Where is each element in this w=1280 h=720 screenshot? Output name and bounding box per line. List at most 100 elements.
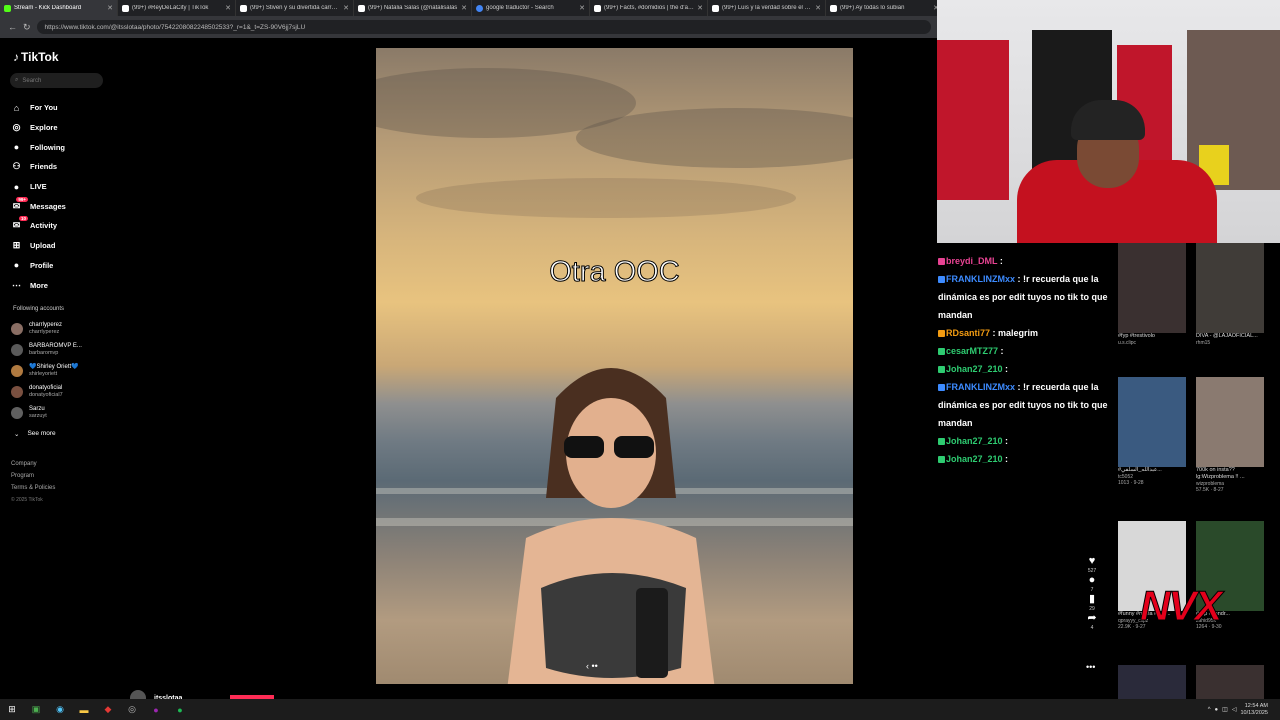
browser-tab[interactable]: (99+) Luis y la verdad sobre el car ✕ [708, 0, 826, 16]
bookmark-button[interactable]: ▮ 29 [1084, 594, 1100, 613]
app-icon[interactable]: ◆ [99, 703, 117, 717]
sidebar-item-following[interactable]: ● Following [11, 137, 66, 157]
browser-tab[interactable]: Stream - Kick Dashboard ✕ [0, 0, 118, 16]
terminal-icon[interactable]: ▣ [27, 703, 45, 717]
sidebar-footer: Company Program Terms & Policies © 2025 … [11, 458, 55, 506]
windows-taskbar: ⊞ ▣ ◉ ▬ ◆ ◎ ● ● ^ ● ◫ ◁ 12:54 AM 10/13/2… [0, 699, 1280, 720]
sidebar-item-friends[interactable]: ⚇ Friends [11, 157, 66, 177]
close-icon[interactable]: ✕ [107, 4, 113, 12]
browser-tab[interactable]: (99+) Stiven y su divertida carrera ✕ [236, 0, 354, 16]
profile-icon: ● [13, 260, 20, 271]
back-icon[interactable]: ← [8, 22, 17, 32]
recommended-video[interactable]: #fyp #trestivolo u.s.clipc [1118, 243, 1186, 346]
heart-button[interactable]: ♥ 527 [1084, 556, 1100, 575]
close-icon[interactable]: ✕ [461, 4, 467, 12]
chrome-icon[interactable]: ◉ [51, 703, 69, 717]
account-handle: sarzuyt [29, 412, 47, 419]
comment-button[interactable]: ● 7 [1084, 575, 1100, 594]
tiktok-logo[interactable]: ♪ TikTok [13, 50, 59, 64]
sidebar-item-messages[interactable]: ✉ 99+ Messages [11, 196, 66, 216]
sidebar-item-label: Friends [30, 162, 58, 172]
url-field[interactable]: https://www.tiktok.com/@itsslotaa/photo/… [36, 20, 931, 34]
browser-tab[interactable]: google traductor - Search ✕ [472, 0, 590, 16]
following-account[interactable]: BARBAROMVP E... barbaromvp [11, 339, 82, 360]
recommended-video[interactable]: 700k on insta?? lg:Wizproblema !! ... wiz… [1196, 377, 1264, 493]
windows-start-icon[interactable]: ⊞ [3, 703, 21, 717]
recommended-video[interactable] [1118, 665, 1186, 699]
see-more-button[interactable]: ⌄ See more [14, 430, 56, 438]
account-name: donatyoficial [29, 384, 63, 391]
red-curtain [937, 40, 1009, 200]
sidebar-item-live[interactable]: ● LIVE [11, 177, 66, 197]
close-icon[interactable]: ✕ [225, 4, 231, 12]
footer-terms[interactable]: Terms & Policies [11, 482, 55, 494]
chat-username[interactable]: breydi_DML [946, 256, 997, 266]
video-stats: 57.5K · 8-27 [1196, 487, 1224, 493]
account-name: charrlyperez [29, 321, 63, 328]
webcam-feed [937, 0, 1280, 243]
following-account[interactable]: donatyoficial donatyoficial7 [11, 381, 82, 402]
file-explorer-icon[interactable]: ▬ [75, 703, 93, 717]
close-icon[interactable]: ✕ [579, 4, 585, 12]
sidebar-item-label: Messages [30, 201, 66, 211]
post-photo[interactable]: Otra OOC ‹ •• [376, 48, 853, 684]
tab-title: (99+) #ReyDeLaCity | TikTok [132, 5, 209, 11]
following-account[interactable]: charrlyperez charrlyperez [11, 318, 82, 339]
chat-username[interactable]: FRANKLINZMxx [946, 382, 1015, 392]
reload-icon[interactable]: ↻ [23, 22, 31, 33]
copyright: © 2025 TikTok [11, 497, 43, 503]
following-account[interactable]: Sarzu sarzuyt [11, 402, 82, 423]
chat-message: FRANKLINZMxx : !r recuerda que la dinámi… [938, 274, 1108, 320]
video-thumbnail [1118, 243, 1186, 333]
sky-cloud [416, 178, 796, 218]
obs-icon[interactable]: ● [147, 703, 165, 717]
browser-tab[interactable]: (99+) Facts, #domidios | the d'arm ✕ [590, 0, 708, 16]
sidebar-item-for-you[interactable]: ⌂ For You [11, 98, 66, 118]
browser-tab[interactable]: (99+) #ReyDeLaCity | TikTok ✕ [118, 0, 236, 16]
chevron-up-icon[interactable]: ^ [1208, 707, 1211, 713]
chat-username[interactable]: FRANKLINZMxx [946, 274, 1015, 284]
chat-username[interactable]: cesarMTZ77 [946, 346, 998, 356]
chat-username[interactable]: RDsanti77 [946, 328, 990, 338]
close-icon[interactable]: ✕ [697, 4, 703, 12]
volume-icon[interactable]: ◁ [1232, 706, 1237, 713]
footer-company[interactable]: Company [11, 458, 55, 470]
sidebar-item-profile[interactable]: ● Profile [11, 256, 66, 276]
footer-program[interactable]: Program [11, 470, 55, 482]
share-button[interactable]: ➦ 4 [1084, 613, 1100, 632]
clock[interactable]: 12:54 AM 10/13/2025 [1240, 703, 1268, 717]
chat-username[interactable]: Johan27_210 [946, 364, 1003, 374]
recommended-video[interactable]: #عبدالله_السلفي... tc5052 1013 · 9-28 [1118, 377, 1186, 486]
browser-tab[interactable]: (99+) Ay todas lo subian✕ [826, 0, 937, 16]
spotify-icon[interactable]: ● [171, 703, 189, 717]
clock-time: 12:54 AM [1244, 702, 1268, 709]
close-icon[interactable]: ✕ [343, 4, 349, 12]
account-name: Sarzu [29, 405, 45, 412]
sidebar-item-activity[interactable]: ✉ 10 Activity [11, 216, 66, 236]
account-handle: charrlyperez [29, 328, 60, 335]
video-thumbnail [1118, 665, 1186, 699]
sidebar-item-explore[interactable]: ◎ Explore [11, 118, 66, 138]
recommended-video[interactable]: DIVA - @LAJAOFICIAL... rhm15 [1196, 243, 1264, 346]
chat-message: Johan27_210 : [938, 450, 1118, 468]
sidebar-item-upload[interactable]: ⊞ Upload [11, 236, 66, 256]
avatar [11, 406, 23, 419]
following-accounts-title: Following accounts [13, 306, 65, 312]
tab-favicon-icon [594, 4, 601, 12]
sidebar-item-more[interactable]: ⋯ More [11, 275, 66, 295]
mic-icon[interactable]: ● [1215, 707, 1219, 713]
system-tray: ^ ● ◫ ◁ 12:54 AM 10/13/2025 [1208, 703, 1280, 717]
search-input[interactable]: ⌕ Search [10, 73, 103, 88]
recommended-video[interactable] [1196, 665, 1264, 699]
close-icon[interactable]: ✕ [815, 4, 821, 12]
more-options-icon[interactable]: ••• [1086, 662, 1095, 673]
network-icon[interactable]: ◫ [1222, 706, 1228, 713]
carousel-indicator[interactable]: ‹ •• [586, 661, 598, 671]
chat-username[interactable]: Johan27_210 [946, 454, 1003, 464]
browser-tab[interactable]: (99+) Natalia Salas (@natalisalas ✕ [354, 0, 472, 16]
tab-title: (99+) Natalia Salas (@natalisalas [368, 5, 458, 11]
app-icon[interactable]: ◎ [123, 703, 141, 717]
following-account[interactable]: 💙Shirley Oriett💙 shirleyoriett [11, 360, 82, 381]
author-avatar[interactable] [130, 690, 146, 699]
chat-username[interactable]: Johan27_210 [946, 436, 1003, 446]
